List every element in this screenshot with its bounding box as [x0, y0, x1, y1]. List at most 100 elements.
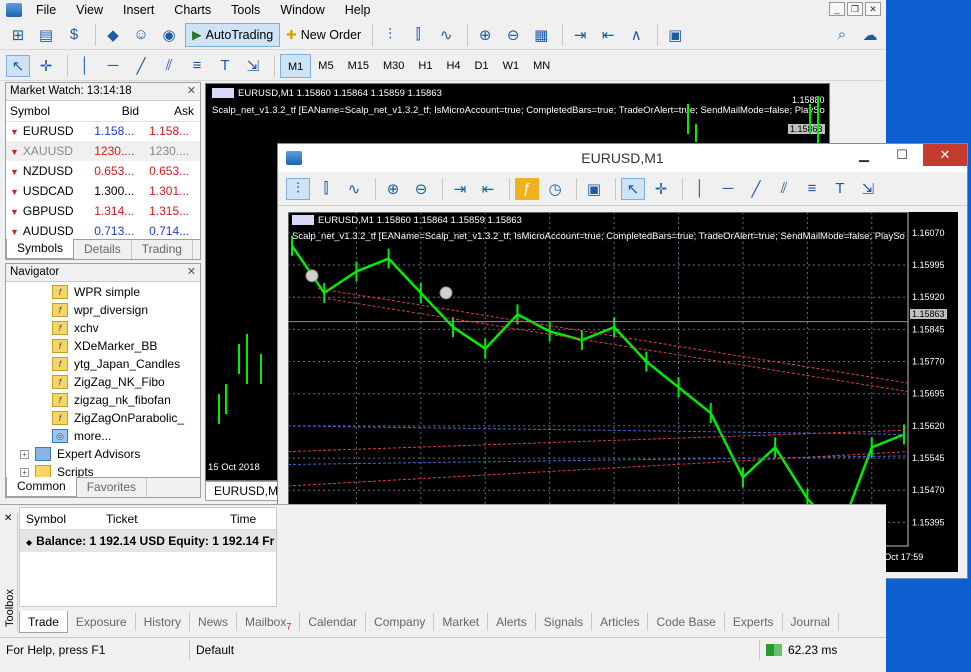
table-row[interactable]: ▼ XAUUSD 1230.... 1230....: [6, 141, 200, 161]
navigator-item[interactable]: f ZigZag_NK_Fibo: [6, 373, 200, 391]
crosshair-icon[interactable]: ✛: [34, 55, 58, 77]
trendline-icon[interactable]: ╱: [744, 178, 768, 200]
mdi-restore-icon[interactable]: ❐: [847, 2, 863, 16]
autoscroll-icon[interactable]: ⇥: [568, 24, 592, 46]
signals-icon[interactable]: ◉: [157, 24, 181, 46]
navigator-item[interactable]: f wpr_diversign: [6, 301, 200, 319]
horizontal-line-icon[interactable]: ─: [101, 55, 125, 77]
close-icon[interactable]: ✕: [187, 83, 196, 100]
tab-signals[interactable]: Signals: [536, 613, 593, 631]
tab-calendar[interactable]: Calendar: [300, 613, 367, 631]
text-icon[interactable]: T: [213, 55, 237, 77]
tile-windows-icon[interactable]: ▦: [529, 24, 553, 46]
tab-experts[interactable]: Experts: [725, 613, 783, 631]
cursor-icon[interactable]: ↖: [6, 54, 30, 77]
navigator-item[interactable]: f xchv: [6, 319, 200, 337]
expand-icon[interactable]: +: [20, 467, 29, 477]
navigator-item-more[interactable]: ◎ more...: [6, 427, 200, 445]
channel-icon[interactable]: ⫽: [772, 178, 796, 200]
tab-common[interactable]: Common: [6, 477, 77, 497]
column-header-ask[interactable]: Ask: [145, 101, 200, 122]
arrows-icon[interactable]: ⇲: [856, 178, 880, 200]
chart-tab[interactable]: EURUSD,M1: [205, 481, 285, 501]
table-row[interactable]: ▼ AUDUSD 0.713... 0.714...: [6, 221, 200, 241]
column-header-symbol[interactable]: Symbol: [20, 512, 106, 526]
fibonacci-icon[interactable]: ≡: [185, 55, 209, 77]
text-icon[interactable]: T: [828, 178, 852, 200]
timeframe-d1[interactable]: D1: [468, 54, 496, 78]
mdi-minimize-icon[interactable]: _: [829, 2, 845, 16]
menu-view[interactable]: View: [68, 3, 115, 17]
column-header-time[interactable]: Time: [226, 512, 256, 526]
trendline-icon[interactable]: ╱: [129, 55, 153, 77]
fibonacci-icon[interactable]: ≡: [800, 178, 824, 200]
new-chart-icon[interactable]: ⊞: [6, 24, 30, 46]
table-row[interactable]: ▼ EURUSD 1.158... 1.158...: [6, 121, 200, 141]
horizontal-line-icon[interactable]: ─: [716, 178, 740, 200]
tab-details[interactable]: Details: [74, 240, 132, 259]
zoom-in-icon[interactable]: ⊕: [473, 24, 497, 46]
line-chart-icon[interactable]: ∿: [342, 178, 366, 200]
table-row[interactable]: ▼ NZDUSD 0.653... 0.653...: [6, 161, 200, 181]
zoom-out-icon[interactable]: ⊖: [409, 178, 433, 200]
navigator-item[interactable]: f ZigZagOnParabolic_: [6, 409, 200, 427]
timeframe-m5[interactable]: M5: [311, 54, 340, 78]
timeframe-m30[interactable]: M30: [376, 54, 411, 78]
indicators-icon[interactable]: ƒ: [515, 177, 539, 200]
tab-history[interactable]: History: [136, 613, 190, 631]
candlestick-icon[interactable]: ⫿: [406, 24, 430, 46]
navigator-item[interactable]: f XDeMarker_BB: [6, 337, 200, 355]
new-order-button[interactable]: ✚ New Order: [280, 23, 367, 47]
profiles-icon[interactable]: ▤: [34, 24, 58, 46]
maximize-icon[interactable]: ☐: [887, 144, 917, 166]
autotrading-button[interactable]: ▶ AutoTrading: [185, 22, 281, 47]
column-header-ticket[interactable]: Ticket: [106, 512, 226, 526]
search-icon[interactable]: ⌕: [830, 24, 854, 46]
menu-insert[interactable]: Insert: [115, 3, 166, 17]
periods-icon[interactable]: ◷: [543, 178, 567, 200]
arrows-icon[interactable]: ⇲: [241, 55, 265, 77]
tab-journal[interactable]: Journal: [783, 613, 839, 631]
chat-icon[interactable]: ☁: [858, 24, 882, 46]
chart-shift-icon[interactable]: ⇤: [476, 178, 500, 200]
timeframe-h1[interactable]: H1: [411, 54, 439, 78]
tab-favorites[interactable]: Favorites: [77, 478, 148, 497]
tab-trading[interactable]: Trading: [132, 240, 193, 259]
tab-mailbox[interactable]: Mailbox7: [237, 613, 301, 631]
tab-articles[interactable]: Articles: [592, 613, 649, 631]
cursor-icon[interactable]: ↖: [621, 177, 645, 200]
channel-icon[interactable]: ⫽: [157, 55, 181, 77]
timeframe-h4[interactable]: H4: [439, 54, 467, 78]
timeframe-mn[interactable]: MN: [526, 54, 557, 78]
timeframe-w1[interactable]: W1: [496, 54, 527, 78]
navigator-icon[interactable]: ☺: [129, 24, 153, 46]
bar-chart-icon[interactable]: ⫶: [378, 24, 402, 46]
close-icon[interactable]: ✕: [4, 513, 12, 524]
autoscroll-icon[interactable]: ⇥: [448, 178, 472, 200]
tab-market[interactable]: Market: [434, 613, 489, 631]
bar-chart-icon[interactable]: ⫶: [286, 177, 310, 200]
menu-file[interactable]: File: [28, 3, 68, 17]
navigator-item[interactable]: f WPR simple: [6, 283, 200, 301]
column-header-symbol[interactable]: Symbol: [6, 101, 91, 122]
table-row[interactable]: ▼ USDCAD 1.300... 1.301...: [6, 181, 200, 201]
menu-charts[interactable]: Charts: [166, 3, 223, 17]
tab-company[interactable]: Company: [366, 613, 435, 631]
tab-symbols[interactable]: Symbols: [6, 239, 75, 259]
timeframe-m15[interactable]: M15: [341, 54, 376, 78]
zoom-out-icon[interactable]: ⊖: [501, 24, 525, 46]
column-header-bid[interactable]: Bid: [90, 101, 146, 122]
indicators-icon[interactable]: ∧: [624, 24, 648, 46]
vertical-line-icon[interactable]: │: [688, 178, 712, 200]
candlestick-icon[interactable]: ⫿: [314, 178, 338, 200]
vertical-line-icon[interactable]: │: [73, 55, 97, 77]
expand-icon[interactable]: +: [20, 449, 29, 459]
close-icon[interactable]: ✕: [923, 144, 967, 166]
chart-window-titlebar[interactable]: EURUSD,M1 ▁ ☐ ✕: [278, 144, 967, 172]
tab-trade[interactable]: Trade: [19, 611, 68, 633]
menu-help[interactable]: Help: [337, 3, 383, 17]
tab-alerts[interactable]: Alerts: [488, 613, 536, 631]
minimize-icon[interactable]: ▁: [849, 144, 879, 166]
templates-icon[interactable]: ▣: [582, 178, 606, 200]
navigator-item[interactable]: f zigzag_nk_fibofan: [6, 391, 200, 409]
